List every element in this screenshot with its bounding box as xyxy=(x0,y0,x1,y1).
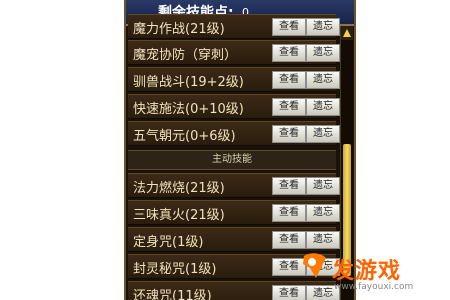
skill-row: 法力燃烧(21级) 查看 遗忘 xyxy=(128,173,340,198)
skill-row: 魔宠协防（穿刺） 查看 遗忘 xyxy=(128,40,340,65)
skill-name: 驯兽战斗(19+2级) xyxy=(133,75,244,90)
forget-skill-button[interactable]: 遗忘 xyxy=(306,71,340,89)
view-skill-button[interactable]: 查看 xyxy=(272,125,306,143)
forget-skill-button[interactable]: 遗忘 xyxy=(306,125,340,143)
watermark-text: 发游戏 xyxy=(332,259,402,284)
watermark-logo-icon xyxy=(303,253,326,278)
view-skill-button[interactable]: 查看 xyxy=(272,177,306,195)
view-skill-button[interactable]: 查看 xyxy=(272,18,306,36)
forget-skill-button[interactable]: 遗忘 xyxy=(306,231,340,249)
forget-skill-button[interactable]: 遗忘 xyxy=(306,177,340,195)
view-skill-button[interactable]: 查看 xyxy=(272,98,306,116)
skill-row: 三味真火(21级) 查看 遗忘 xyxy=(128,200,340,225)
forget-skill-button[interactable]: 遗忘 xyxy=(306,18,340,36)
active-skills-section-label: 主动技能 xyxy=(128,150,336,170)
skill-name: 还魂咒(11级) xyxy=(133,289,212,300)
triangle-up-icon xyxy=(343,29,351,37)
view-skill-button[interactable]: 查看 xyxy=(272,71,306,89)
view-skill-button[interactable]: 查看 xyxy=(272,231,306,249)
skill-row: 魔力作战(21级) 查看 遗忘 xyxy=(128,14,340,39)
scroll-up-button[interactable] xyxy=(341,26,353,40)
skill-name: 魔力作战(21级) xyxy=(133,22,225,37)
forget-skill-button[interactable]: 遗忘 xyxy=(306,204,340,222)
skill-name: 五气朝元(0+6级) xyxy=(133,129,236,144)
skill-row: 五气朝元(0+6级) 查看 遗忘 xyxy=(128,121,340,146)
skill-row: 驯兽战斗(19+2级) 查看 遗忘 xyxy=(128,67,340,92)
skill-name: 三味真火(21级) xyxy=(133,208,225,223)
watermark: 发游戏 www.fayouxi.com xyxy=(300,248,450,300)
forget-skill-button[interactable]: 遗忘 xyxy=(306,98,340,116)
skill-name: 魔宠协防（穿刺） xyxy=(133,48,238,63)
view-skill-button[interactable]: 查看 xyxy=(272,204,306,222)
skill-name: 法力燃烧(21级) xyxy=(133,181,225,196)
skill-name: 封灵秘咒(1级) xyxy=(133,262,217,277)
view-skill-button[interactable]: 查看 xyxy=(272,44,306,62)
forget-skill-button[interactable]: 遗忘 xyxy=(306,44,340,62)
skill-name: 快速施法(0+10级) xyxy=(133,102,244,117)
watermark-url: www.fayouxi.com xyxy=(334,282,414,292)
skill-name: 定身咒(1级) xyxy=(133,235,204,250)
skill-row: 快速施法(0+10级) 查看 遗忘 xyxy=(128,94,340,119)
